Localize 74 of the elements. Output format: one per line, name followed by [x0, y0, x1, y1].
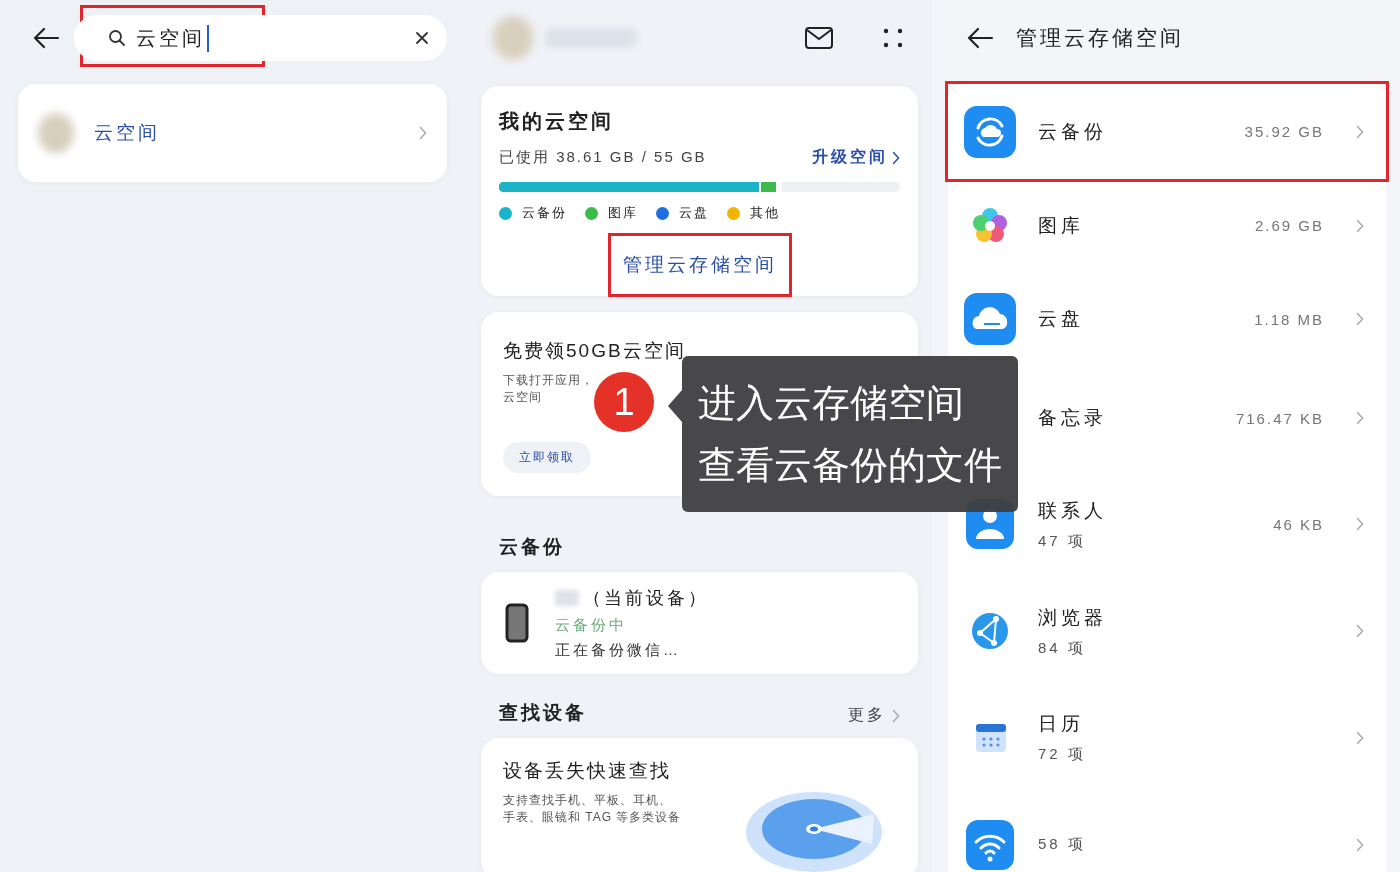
item-count: 72 项	[1038, 745, 1087, 764]
storage-title: 我的云空间	[499, 109, 615, 134]
backup-detail: 正在备份微信…	[555, 641, 682, 660]
back-arrow-icon[interactable]	[32, 26, 60, 50]
find-description: 手表、眼镜和 TAG 等多类设备	[503, 809, 682, 826]
chevron-icon	[419, 126, 427, 140]
storage-item[interactable]: 图库 2.69 GB	[948, 179, 1386, 272]
storage-item[interactable]: 云盘 1.18 MB	[948, 272, 1386, 366]
upgrade-link[interactable]: 升级空间	[812, 147, 900, 168]
item-name: 备忘录	[1038, 406, 1108, 430]
legend-label: 图库	[608, 204, 638, 222]
result-label: 云空间	[94, 121, 161, 145]
item-size: 46 KB	[1273, 515, 1324, 533]
storage-item[interactable]: 云备份 35.92 GB	[948, 84, 1386, 179]
blurred-device-name	[555, 590, 579, 606]
promo-description: 云空间	[503, 389, 542, 406]
backup-status: 云备份中	[555, 616, 628, 635]
mail-icon[interactable]	[804, 26, 834, 50]
claim-button[interactable]: 立即领取	[503, 442, 591, 473]
chevron-icon	[1356, 312, 1364, 326]
item-name: 日历	[1038, 712, 1085, 736]
callout-text: 进入云存储空间	[698, 381, 965, 426]
chevron-icon	[1356, 517, 1364, 531]
item-name: 云盘	[1038, 307, 1085, 331]
promo-title: 免费领50GB云空间	[503, 339, 687, 363]
more-link[interactable]: 更多	[848, 705, 900, 726]
page-title: 管理云存储空间	[1016, 25, 1184, 51]
back-arrow-icon[interactable]	[966, 26, 994, 50]
chevron-icon	[892, 150, 900, 165]
legend-label: 其他	[750, 204, 780, 222]
item-name: 联系人	[1038, 498, 1108, 523]
item-name: 云备份	[1038, 119, 1108, 144]
app-icon-blurred	[38, 113, 74, 153]
item-name: 图库	[1038, 213, 1085, 238]
item-name: 浏览器	[1038, 605, 1108, 630]
callout-text: 查看云备份的文件	[698, 443, 1002, 488]
item-count: 58 项	[1038, 835, 1087, 854]
chevron-icon	[1356, 730, 1364, 745]
search-field[interactable]: 云空间	[74, 15, 447, 61]
find-description: 支持查找手机、平板、耳机、	[503, 792, 672, 809]
search-result[interactable]: 云空间	[18, 84, 447, 182]
section-title: 查找设备	[499, 701, 587, 725]
storage-item[interactable]: 58 项	[948, 791, 1386, 872]
item-size: 35.92 GB	[1244, 123, 1324, 140]
phone-icon	[505, 603, 529, 643]
device-card[interactable]: （当前设备） 云备份中 正在备份微信…	[481, 572, 918, 674]
item-size: 716.47 KB	[1235, 409, 1324, 427]
legend-label: 云盘	[679, 204, 709, 222]
section-title: 云备份	[499, 535, 565, 559]
storage-item[interactable]: 日历 72 项	[948, 684, 1386, 791]
item-count: 47 项	[1038, 531, 1087, 551]
chevron-icon	[1356, 124, 1364, 139]
usage-text: 已使用 38.61 GB / 55 GB	[499, 148, 707, 167]
close-icon[interactable]	[415, 31, 429, 45]
item-size: 1.18 MB	[1254, 310, 1324, 328]
search-text: 云空间	[136, 24, 209, 52]
manage-storage-link[interactable]: 管理云存储空间	[610, 236, 789, 294]
chevron-icon	[892, 708, 900, 723]
promo-description: 下载打开应用，	[503, 372, 594, 389]
chevron-icon	[1356, 411, 1364, 425]
find-title: 设备丢失快速查找	[503, 759, 672, 783]
item-count: 84 项	[1038, 638, 1087, 658]
chevron-icon	[1356, 837, 1364, 852]
cloud-sync-icon	[964, 105, 1016, 158]
item-size: 2.69 GB	[1254, 217, 1324, 234]
legend-label: 云备份	[522, 204, 567, 222]
storage-item[interactable]: 浏览器 84 项	[948, 578, 1386, 684]
cloud-icon	[964, 293, 1016, 345]
chevron-icon	[1356, 218, 1364, 233]
more-icon[interactable]	[882, 27, 904, 49]
device-label: （当前设备）	[583, 587, 709, 610]
chevron-icon	[1356, 624, 1364, 638]
search-icon	[108, 29, 126, 47]
find-device-card[interactable]: 设备丢失快速查找 支持查找手机、平板、耳机、 手表、眼镜和 TAG 等多类设备	[481, 738, 918, 872]
